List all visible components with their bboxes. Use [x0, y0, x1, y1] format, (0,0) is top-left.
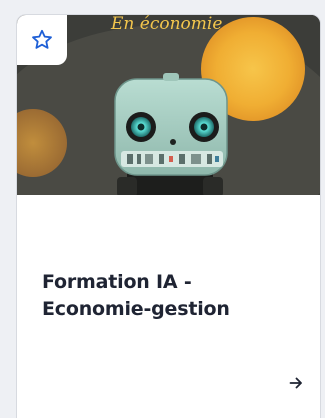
- star-outline-icon: [30, 28, 54, 52]
- favorite-button[interactable]: [17, 15, 67, 65]
- course-title-line-1: Formation IA -: [42, 271, 192, 293]
- arrow-right-icon: [289, 375, 303, 394]
- course-title[interactable]: Formation IA - Economie-gestion: [42, 269, 302, 323]
- open-course-button[interactable]: [283, 371, 309, 397]
- course-title-line-2: Economie-gestion: [42, 298, 230, 320]
- cover-caption: En économie: [110, 15, 222, 34]
- course-cover-image: En économie: [17, 15, 320, 195]
- course-card[interactable]: En économie Formation IA - Economie-gest…: [16, 14, 321, 418]
